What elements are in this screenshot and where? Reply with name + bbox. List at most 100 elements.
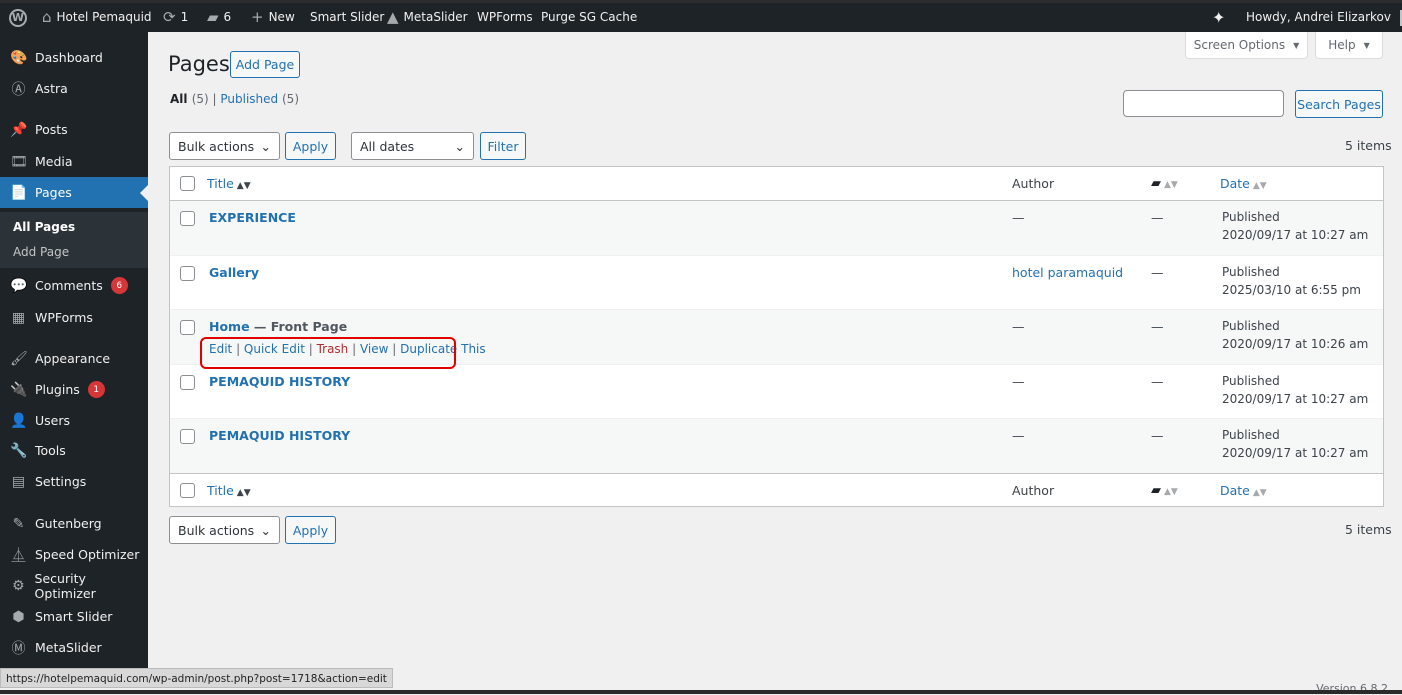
row-checkbox[interactable] bbox=[180, 320, 195, 335]
sidebar-item-gutenberg[interactable]: ✎ Gutenberg bbox=[0, 508, 148, 539]
sidebar-item-plugins[interactable]: 🔌 Plugins 1 bbox=[0, 374, 148, 405]
new-content-link[interactable]: + New bbox=[251, 3, 295, 32]
sidebar-item-posts[interactable]: 📌 Posts bbox=[0, 114, 148, 145]
row-checkbox[interactable] bbox=[180, 429, 195, 444]
dashboard-icon: 🎨 bbox=[10, 49, 28, 66]
admin-sidebar: 🎨 Dashboard Ⓐ Astra 📌 Posts 🎞 Media 📄 Pages 💬 Comme… bbox=[0, 32, 148, 672]
add-page-button[interactable]: Add Page bbox=[230, 51, 300, 78]
wpforms-link[interactable]: WPForms bbox=[477, 3, 533, 32]
row-checkbox[interactable] bbox=[180, 265, 195, 281]
sort-title[interactable]: Title ▲▼ bbox=[207, 176, 251, 191]
page-title-link[interactable]: EXPERIENCE bbox=[209, 210, 296, 225]
metaslider-icon: Ⓜ bbox=[11, 640, 26, 657]
page-title-link[interactable]: PEMAQUID HISTORY bbox=[209, 428, 350, 443]
items-count-bottom: 5 items bbox=[1345, 522, 1392, 537]
sidebar-item-astra[interactable]: Ⓐ Astra bbox=[0, 73, 148, 104]
comment-icon: ▰ bbox=[207, 8, 219, 26]
sidebar-item-settings[interactable]: ▤ Settings bbox=[0, 466, 148, 497]
count-badge: 1 bbox=[87, 381, 105, 398]
sort-icon: ▲▼ bbox=[1252, 488, 1267, 498]
submenu-add-page[interactable]: Add Page bbox=[13, 245, 69, 259]
count-badge: 6 bbox=[110, 277, 128, 294]
account-menu[interactable]: Howdy, Andrei Elizarkov bbox=[1246, 3, 1402, 32]
updates-link[interactable]: ⟳ 1 bbox=[163, 3, 188, 32]
row-title: Gallery bbox=[209, 265, 259, 280]
page-title: Pages bbox=[168, 52, 230, 76]
sort-icon: ▲▼ bbox=[1164, 487, 1178, 497]
table-header: Title ▲▼ Author ▰ ▲▼ Date ▲▼ bbox=[170, 167, 1383, 201]
chevron-down-icon: ⌄ bbox=[260, 138, 271, 154]
row-comments: — bbox=[1151, 428, 1164, 443]
filter-all[interactable]: All (5) bbox=[170, 92, 209, 106]
ai-sparkle-icon[interactable]: ✦ bbox=[1212, 3, 1225, 32]
row-comments: — bbox=[1151, 319, 1164, 334]
smart-slider-link[interactable]: Smart Slider bbox=[310, 3, 384, 32]
sidebar-item-metaslider[interactable]: Ⓜ MetaSlider bbox=[0, 632, 148, 663]
comments-link[interactable]: ▰ 6 bbox=[207, 3, 231, 32]
speed-optimizer-icon: ⏅ bbox=[11, 547, 26, 564]
sort-title[interactable]: Title ▲▼ bbox=[207, 483, 251, 498]
sort-date[interactable]: Date ▲▼ bbox=[1220, 176, 1267, 191]
row-date: 2025/03/10 at 6:55 pm bbox=[1222, 282, 1361, 297]
smart-slider-icon: ⬢ bbox=[12, 608, 25, 625]
sidebar-item-dashboard[interactable]: 🎨 Dashboard bbox=[0, 42, 148, 73]
apply-button[interactable]: Apply bbox=[285, 132, 336, 160]
admin-bar: W ⌂ Hotel Pemaquid ⟳ 1 ▰ 6 + New Smart Slide… bbox=[0, 0, 1402, 32]
search-input[interactable] bbox=[1123, 90, 1284, 117]
comment-icon: ▰ bbox=[1151, 176, 1161, 191]
row-status: Published bbox=[1222, 210, 1280, 224]
table-row: PEMAQUID HISTORY — — Published 2020/09/1… bbox=[170, 365, 1383, 419]
sort-icon: ▲▼ bbox=[236, 181, 251, 191]
metaslider-link[interactable]: ▲ MetaSlider bbox=[387, 3, 468, 32]
sidebar-item-appearance[interactable]: 🖌 Appearance bbox=[0, 343, 148, 374]
settings-icon: ▤ bbox=[11, 473, 26, 490]
row-checkbox[interactable] bbox=[180, 374, 195, 390]
sidebar-item-wpforms[interactable]: ▦ WPForms bbox=[0, 302, 148, 333]
row-checkbox[interactable] bbox=[180, 211, 195, 226]
screen-options-button[interactable]: Screen Options ▼ bbox=[1185, 32, 1308, 59]
wordpress-logo-icon[interactable]: W bbox=[9, 3, 27, 32]
plugins-icon: 🔌 bbox=[10, 381, 28, 398]
table-row: PEMAQUID HISTORY — — Published 2020/09/1… bbox=[170, 419, 1383, 474]
sidebar-item-comments[interactable]: 💬 Comments 6 bbox=[0, 270, 148, 301]
sort-comments[interactable]: ▰ ▲▼ bbox=[1151, 175, 1178, 191]
taskbar bbox=[0, 690, 1402, 694]
sidebar-item-pages[interactable]: 📄 Pages bbox=[0, 177, 148, 208]
sort-comments[interactable]: ▰ ▲▼ bbox=[1151, 482, 1178, 498]
sidebar-item-smart-slider[interactable]: ⬢ Smart Slider bbox=[0, 601, 148, 632]
sidebar-item-users[interactable]: 👤 Users bbox=[0, 405, 148, 436]
dates-select[interactable]: All dates ⌄ bbox=[351, 132, 474, 160]
page-title-link[interactable]: PEMAQUID HISTORY bbox=[209, 374, 350, 389]
pages-icon: 📄 bbox=[10, 184, 28, 201]
select-all-checkbox[interactable] bbox=[180, 176, 195, 191]
row-author: — bbox=[1012, 373, 1025, 389]
purge-cache-link[interactable]: Purge SG Cache bbox=[541, 3, 637, 32]
search-pages-button[interactable]: Search Pages bbox=[1295, 90, 1383, 118]
page-title-link[interactable]: Home bbox=[209, 319, 250, 334]
filter-published[interactable]: Published (5) bbox=[220, 92, 299, 106]
row-comments: — bbox=[1151, 373, 1164, 389]
site-name-link[interactable]: ⌂ Hotel Pemaquid bbox=[42, 3, 152, 32]
caret-down-icon: ▼ bbox=[1293, 40, 1300, 50]
users-icon: 👤 bbox=[10, 412, 28, 429]
filter-button[interactable]: Filter bbox=[480, 132, 526, 160]
help-button[interactable]: Help ▼ bbox=[1315, 32, 1383, 59]
pages-submenu: All Pages Add Page bbox=[0, 212, 148, 268]
sidebar-item-speed-optimizer[interactable]: ⏅ Speed Optimizer bbox=[0, 539, 148, 570]
chevron-down-icon: ⌄ bbox=[260, 522, 271, 538]
row-actions-highlight bbox=[200, 337, 456, 369]
row-author[interactable]: hotel paramaquid bbox=[1012, 265, 1123, 280]
sidebar-item-security-optimizer[interactable]: ⚙ Security Optimizer bbox=[0, 570, 148, 601]
caret-down-icon: ▼ bbox=[1363, 40, 1370, 50]
select-all-checkbox[interactable] bbox=[180, 483, 195, 498]
plus-icon: + bbox=[251, 8, 264, 26]
row-status: Published bbox=[1222, 373, 1280, 388]
sort-date[interactable]: Date ▲▼ bbox=[1220, 483, 1267, 498]
sidebar-item-tools[interactable]: 🔧 Tools bbox=[0, 435, 148, 466]
page-title-link[interactable]: Gallery bbox=[209, 265, 259, 280]
apply-button-bottom[interactable]: Apply bbox=[285, 516, 336, 544]
bulk-actions-select-bottom[interactable]: Bulk actions ⌄ bbox=[169, 516, 280, 544]
submenu-all-pages[interactable]: All Pages bbox=[13, 220, 75, 234]
bulk-actions-select[interactable]: Bulk actions ⌄ bbox=[169, 132, 280, 160]
sidebar-item-media[interactable]: 🎞 Media bbox=[0, 146, 148, 177]
